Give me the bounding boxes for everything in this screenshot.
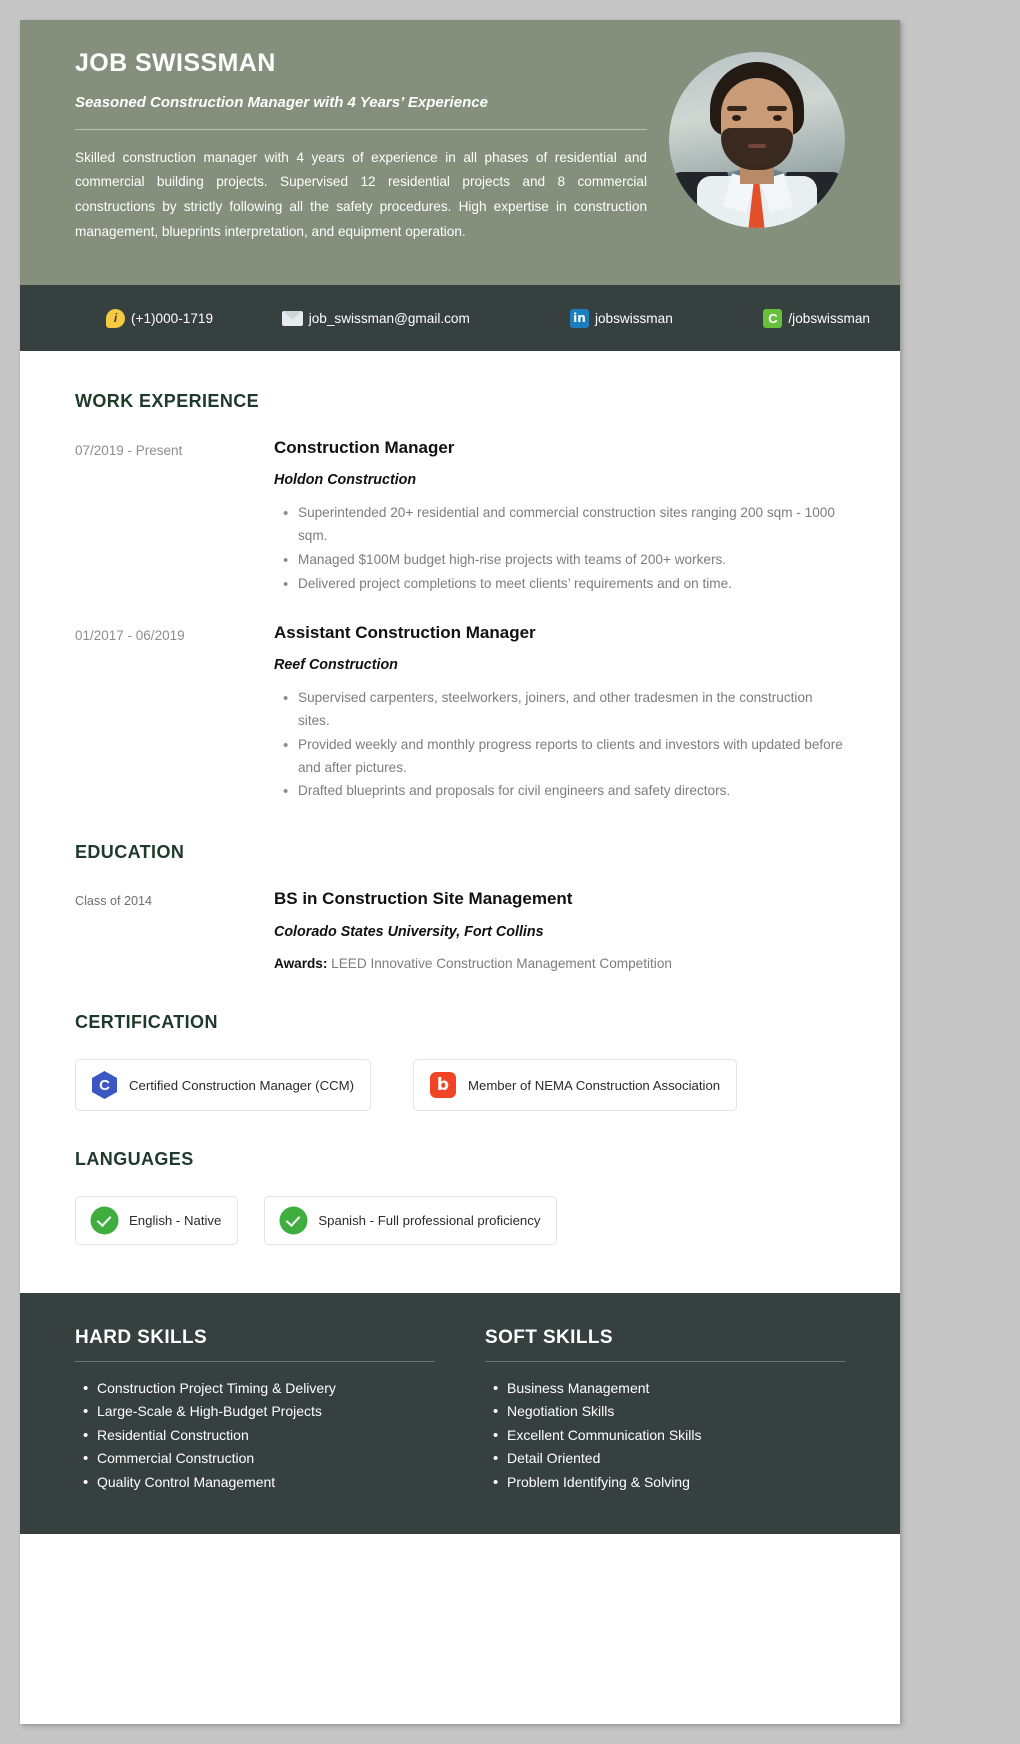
section-title-work: WORK EXPERIENCE xyxy=(75,391,260,411)
education-entry-body: BS in Construction Site Management Color… xyxy=(274,889,845,974)
certification-badge-row: Certified Construction Manager (CCM) b M… xyxy=(75,1059,845,1112)
candidate-summary: Skilled construction manager with 4 year… xyxy=(75,149,647,239)
list-item: Drafted blueprints and proposals for civ… xyxy=(283,779,845,804)
list-item: Supervised carpenters, steelworkers, joi… xyxy=(283,686,845,733)
work-entry-company: Holdon Construction xyxy=(274,472,417,489)
green-c-icon: C xyxy=(763,308,783,328)
list-item: Commercial Construction xyxy=(83,1446,435,1471)
work-entry: 07/2019 - Present Construction Manager H… xyxy=(75,438,845,597)
certification-badge[interactable]: b Member of NEMA Construction Associatio… xyxy=(413,1059,738,1112)
contact-phone[interactable]: i (+1)000-1719 xyxy=(50,308,282,328)
candidate-name: JOB SWISSMAN xyxy=(75,49,276,77)
certification-badge-label: Member of NEMA Construction Association xyxy=(468,1077,721,1093)
work-entry-company: Reef Construction xyxy=(274,657,398,674)
education-entry: Class of 2014 BS in Construction Site Ma… xyxy=(75,889,845,974)
soft-skills-divider xyxy=(485,1361,845,1363)
list-item: Managed $100M budget high-rise projects … xyxy=(283,548,845,573)
email-icon xyxy=(281,310,303,326)
contact-email[interactable]: job_swissman@gmail.com xyxy=(281,310,570,326)
section-languages: LANGUAGES English - Native Spanish - Ful… xyxy=(75,1149,845,1246)
work-entry-body: Construction Manager Holdon Construction… xyxy=(274,438,845,597)
list-item: Delivered project completions to meet cl… xyxy=(283,572,845,597)
avatar xyxy=(669,52,845,228)
resume-document: JOB SWISSMAN Seasoned Construction Manag… xyxy=(20,20,900,1724)
language-badge[interactable]: English - Native xyxy=(75,1196,239,1246)
avatar-eye-right xyxy=(773,115,782,121)
soft-skills-column: SOFT SKILLS Business Management Negotiat… xyxy=(485,1327,845,1495)
section-title-certification: CERTIFICATION xyxy=(75,1012,218,1033)
hard-skills-list: Construction Project Timing & Delivery L… xyxy=(75,1376,435,1495)
linkedin-icon: in xyxy=(569,308,589,328)
languages-badge-row: English - Native Spanish - Full professi… xyxy=(75,1196,845,1246)
work-entry-body: Assistant Construction Manager Reef Cons… xyxy=(274,623,845,805)
hard-skills-divider xyxy=(75,1361,435,1363)
list-item: Provided weekly and monthly progress rep… xyxy=(283,733,845,780)
work-entry-title: Construction Manager xyxy=(274,438,455,457)
contact-linkedin[interactable]: in jobswissman xyxy=(569,308,763,328)
contact-other[interactable]: C /jobswissman xyxy=(763,308,870,328)
soft-skills-list: Business Management Negotiation Skills E… xyxy=(485,1376,845,1495)
language-badge[interactable]: Spanish - Full professional proficiency xyxy=(264,1196,558,1246)
education-entry-date: Class of 2014 xyxy=(75,894,153,909)
contact-phone-value: (+1)000-1719 xyxy=(131,310,214,326)
list-item: Business Management xyxy=(493,1376,845,1401)
avatar-eye-left xyxy=(732,115,741,121)
work-entry-date: 07/2019 - Present xyxy=(75,443,183,458)
certification-badge[interactable]: Certified Construction Manager (CCM) xyxy=(75,1059,371,1112)
avatar-mouth xyxy=(748,144,766,148)
hex-c-icon xyxy=(92,1071,117,1100)
list-item: Residential Construction xyxy=(83,1423,435,1448)
skills-footer: HARD SKILLS Construction Project Timing … xyxy=(20,1293,900,1534)
list-item: Problem Identifying & Solving xyxy=(493,1469,845,1494)
section-title-education: EDUCATION xyxy=(75,842,185,863)
section-work-experience: WORK EXPERIENCE 07/2019 - Present Constr… xyxy=(75,391,845,804)
language-badge-label: Spanish - Full professional proficiency xyxy=(318,1213,541,1229)
list-item: Detail Oriented xyxy=(493,1446,845,1471)
section-certification: CERTIFICATION Certified Construction Man… xyxy=(75,1012,845,1112)
work-entry: 01/2017 - 06/2019 Assistant Construction… xyxy=(75,623,845,805)
section-title-languages: LANGUAGES xyxy=(75,1149,194,1170)
section-title-hard-skills: HARD SKILLS xyxy=(75,1327,208,1349)
certification-badge-label: Certified Construction Manager (CCM) xyxy=(129,1077,354,1093)
check-badge-icon xyxy=(92,1208,117,1234)
resume-body: WORK EXPERIENCE 07/2019 - Present Constr… xyxy=(20,351,900,1293)
avatar-eyebrow-right xyxy=(767,106,787,111)
education-awards-value: LEED Innovative Construction Management … xyxy=(331,955,672,971)
work-entry-bullets: Superintended 20+ residential and commer… xyxy=(274,501,845,597)
phone-icon: i xyxy=(106,308,125,328)
header-text-block: JOB SWISSMAN Seasoned Construction Manag… xyxy=(75,49,669,244)
list-item: Quality Control Management xyxy=(83,1469,435,1494)
contact-other-value: /jobswissman xyxy=(788,310,870,326)
section-title-soft-skills: SOFT SKILLS xyxy=(485,1327,613,1349)
education-awards: Awards: LEED Innovative Construction Man… xyxy=(274,954,845,974)
candidate-headline: Seasoned Construction Manager with 4 Yea… xyxy=(75,93,488,111)
list-item: Large-Scale & High-Budget Projects xyxy=(83,1399,435,1424)
education-degree: BS in Construction Site Management xyxy=(274,889,573,909)
avatar-eyebrow-left xyxy=(727,106,747,111)
resume-header: JOB SWISSMAN Seasoned Construction Manag… xyxy=(20,20,900,285)
work-entry-bullets: Supervised carpenters, steelworkers, joi… xyxy=(274,686,845,804)
work-entry-date: 01/2017 - 06/2019 xyxy=(75,627,185,643)
section-education: EDUCATION Class of 2014 BS in Constructi… xyxy=(75,842,845,974)
hard-skills-column: HARD SKILLS Construction Project Timing … xyxy=(75,1327,435,1495)
page-canvas: JOB SWISSMAN Seasoned Construction Manag… xyxy=(0,0,1020,1744)
check-badge-icon xyxy=(281,1208,307,1234)
education-awards-label: Awards: xyxy=(274,955,328,971)
contact-email-value: job_swissman@gmail.com xyxy=(308,310,470,326)
work-entry-title: Assistant Construction Manager xyxy=(274,622,536,642)
language-badge-label: English - Native xyxy=(129,1213,222,1229)
header-divider xyxy=(75,128,647,130)
list-item: Superintended 20+ residential and commer… xyxy=(283,501,845,548)
list-item: Negotiation Skills xyxy=(493,1399,845,1424)
contact-linkedin-value: jobswissman xyxy=(594,310,673,326)
education-school: Colorado States University, Fort Collins xyxy=(274,923,544,940)
list-item: Excellent Communication Skills xyxy=(493,1423,845,1448)
list-item: Construction Project Timing & Delivery xyxy=(83,1376,435,1401)
b-square-icon: b xyxy=(430,1072,456,1099)
contact-bar: i (+1)000-1719 job_swissman@gmail.com in… xyxy=(20,285,900,351)
